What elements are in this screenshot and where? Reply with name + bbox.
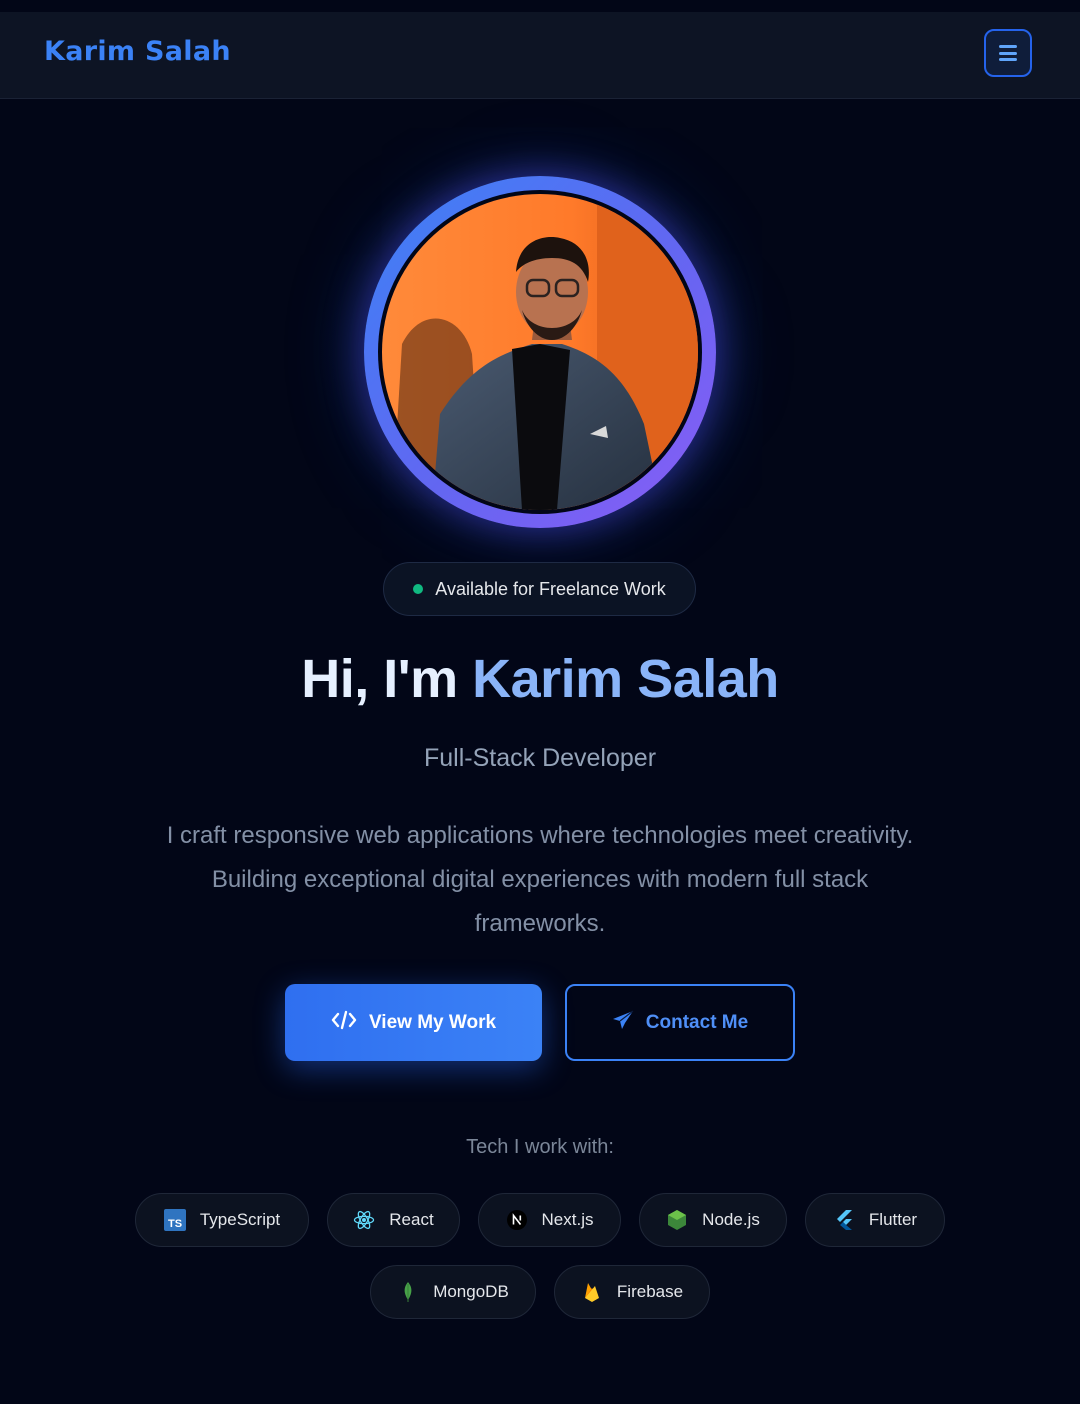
- tech-label-firebase: Firebase: [616, 1282, 684, 1301]
- tech-label-nodejs: Node.js: [702, 1210, 760, 1229]
- tech-chip-nodejs[interactable]: Node.js: [639, 1193, 787, 1247]
- menu-button[interactable]: [984, 29, 1032, 77]
- contact-me-button[interactable]: Contact Me: [565, 984, 795, 1061]
- code-icon: [331, 1010, 357, 1036]
- typescript-icon: TS: [163, 1209, 186, 1231]
- availability-badge: Available for Freelance Work: [383, 562, 696, 616]
- tech-label-typescript: TypeScript: [199, 1210, 281, 1229]
- tech-label-mongodb: MongoDB: [433, 1282, 509, 1301]
- tech-label-flutter: Flutter: [868, 1210, 918, 1229]
- send-icon: [612, 1010, 634, 1036]
- nodejs-icon: [666, 1209, 688, 1231]
- headline-greeting: Hi, I'm: [301, 649, 458, 709]
- react-icon: [353, 1209, 375, 1231]
- contact-me-label: Contact Me: [645, 1011, 749, 1033]
- firebase-icon: [581, 1281, 603, 1303]
- tech-chip-nextjs[interactable]: Next.js: [478, 1193, 621, 1247]
- tech-chip-firebase[interactable]: Firebase: [554, 1265, 710, 1319]
- tech-label-react: React: [389, 1210, 434, 1229]
- hero-headline: Hi, I'm Karim Salah: [0, 648, 1080, 710]
- tech-chip-typescript[interactable]: TS TypeScript: [135, 1193, 309, 1247]
- nextjs-icon: [506, 1209, 528, 1231]
- tech-label-nextjs: Next.js: [541, 1210, 594, 1229]
- tech-chip-flutter[interactable]: Flutter: [805, 1193, 945, 1247]
- hero-description: I craft responsive web applications wher…: [166, 822, 914, 937]
- profile-photo: [382, 194, 698, 510]
- status-dot: [413, 584, 424, 594]
- tech-chip-mongodb[interactable]: MongoDB: [370, 1265, 536, 1319]
- headline-name: Karim Salah: [472, 649, 779, 709]
- avatar-ring: [364, 176, 716, 528]
- navbar: Karim Salah: [0, 12, 1080, 99]
- flutter-icon: [833, 1209, 855, 1231]
- role-subtitle: Full-Stack Developer: [423, 744, 657, 772]
- hamburger-icon: [999, 45, 1017, 61]
- view-my-work-button[interactable]: View My Work: [285, 984, 542, 1061]
- tech-label: Tech I work with:: [466, 1136, 614, 1158]
- brand-logo[interactable]: Karim Salah: [44, 36, 231, 67]
- tech-chip-react[interactable]: React: [327, 1193, 460, 1247]
- view-my-work-label: View My Work: [368, 1011, 497, 1033]
- svg-text:TS: TS: [168, 1218, 182, 1230]
- mongodb-icon: [397, 1281, 419, 1303]
- availability-text: Available for Freelance Work: [435, 578, 666, 599]
